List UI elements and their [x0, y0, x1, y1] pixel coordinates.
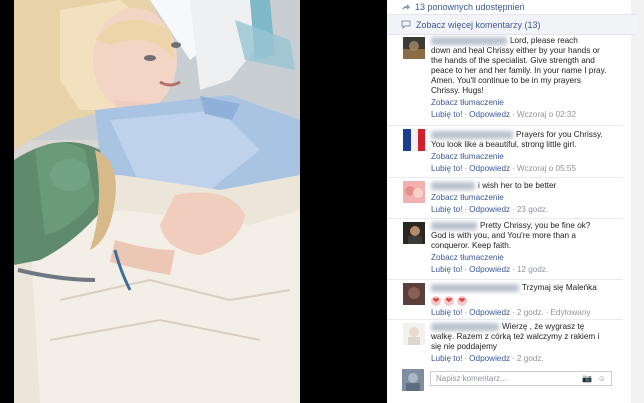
comment-text-line: Trzymaj się Maleńka [522, 283, 597, 292]
commenter-name-link[interactable] [431, 36, 507, 45]
see-translation-link[interactable]: Zobacz tłumaczenie [431, 152, 617, 162]
comment-timestamp[interactable]: 2 godz. [517, 308, 544, 317]
emoji-icon[interactable]: ☺ [598, 374, 606, 383]
heart-icon: ❤ [431, 296, 441, 306]
write-comment-row: Napisz komentarz... 📷 ☺ [387, 368, 623, 393]
edited-label[interactable]: Edytowany [550, 308, 590, 317]
see-translation-link[interactable]: Zobacz tłumaczenie [431, 193, 617, 203]
comment-item: Trzymaj się Maleńka ❤ ❤ ❤ Lubię to! · Odpo… [387, 279, 623, 320]
heart-icon: ❤ [457, 296, 467, 306]
commenter-name-link[interactable] [431, 181, 475, 190]
reply-link[interactable]: Odpowiedz [469, 354, 510, 363]
like-link[interactable]: Lubię to! [431, 164, 462, 173]
camera-icon[interactable]: 📷 [582, 374, 592, 383]
meta-separator: · [512, 265, 515, 274]
comment-timestamp[interactable]: Wczoraj o 02:32 [517, 110, 576, 119]
hospital-photo [0, 0, 387, 403]
comment-text-line: i wish her to be better [478, 181, 557, 190]
commenter-avatar[interactable] [403, 129, 425, 151]
commenter-name-link[interactable] [431, 130, 513, 139]
like-link[interactable]: Lubię to! [431, 265, 462, 274]
heart-emoji-row: ❤ ❤ ❤ [431, 296, 617, 306]
comments-panel: 13 ponownych udostępnień Zobacz więcej k… [387, 0, 644, 403]
current-user-avatar [402, 369, 424, 391]
reply-link[interactable]: Odpowiedz [469, 265, 510, 274]
comment-timestamp[interactable]: 12 godz. [517, 265, 548, 274]
comment-text-line: peace to her and her family. In your nam… [431, 66, 607, 75]
comment-text-line: Wierzę , że wygrasz tę [502, 322, 585, 331]
comment-timestamp[interactable]: 23 godz. [517, 205, 548, 214]
comment-item: Wierzę , że wygrasz tę walkę. Razem z có… [387, 319, 623, 367]
like-link[interactable]: Lubię to! [431, 308, 462, 317]
meta-separator: · [512, 205, 515, 214]
comment-text-line: Lord, please reach [510, 36, 578, 45]
comment-text-line: Amen. You'll continue to be in my prayer… [431, 76, 581, 85]
comment-text-line: You look like a beautiful, strong little… [431, 140, 577, 149]
comment-item: Pretty Chrissy, you be fine ok? God is w… [387, 218, 623, 280]
comment-text-line: the hands of the specialist. Give streng… [431, 56, 595, 65]
like-link[interactable]: Lubię to! [431, 354, 462, 363]
share-icon [402, 4, 410, 10]
comment-timestamp[interactable]: Wczoraj o 05:55 [517, 164, 576, 173]
shares-count-link[interactable]: 13 ponownych udostępnień [401, 0, 525, 14]
commenter-avatar[interactable] [403, 222, 425, 244]
comment-text-line: się nie poddajemy [431, 342, 497, 351]
comment-text-line: Chrissy. Hugs! [431, 86, 484, 95]
meta-separator: · [512, 110, 515, 119]
comment-input-placeholder: Napisz komentarz... [436, 374, 507, 383]
comment-text-line: Prayers for you Chrissy. [516, 130, 603, 139]
commenter-name-link[interactable] [431, 221, 477, 230]
panel-scrollbar-track[interactable] [631, 0, 644, 403]
commenter-name-link[interactable] [431, 283, 519, 292]
view-more-comments-label: Zobacz więcej komentarzy (13) [416, 19, 541, 30]
reply-link[interactable]: Odpowiedz [469, 164, 510, 173]
commenter-avatar[interactable] [403, 181, 425, 203]
like-link[interactable]: Lubię to! [431, 110, 462, 119]
meta-separator: · [512, 164, 515, 173]
heart-icon: ❤ [444, 296, 454, 306]
like-link[interactable]: Lubię to! [431, 205, 462, 214]
commenter-avatar[interactable] [403, 283, 425, 305]
see-translation-link[interactable]: Zobacz tłumaczenie [431, 253, 617, 263]
reply-link[interactable]: Odpowiedz [469, 308, 510, 317]
comment-input[interactable]: Napisz komentarz... 📷 ☺ [430, 371, 612, 386]
comment-text-line: walkę. Razem z córką też walczymy z raki… [431, 332, 600, 341]
reply-link[interactable]: Odpowiedz [469, 205, 510, 214]
comment-item: i wish her to be better Zobacz tłumaczen… [387, 177, 623, 219]
comment-text-line: Pretty Chrissy, you be fine ok? [480, 221, 591, 230]
comment-icon [401, 20, 411, 29]
meta-separator: · [512, 308, 515, 317]
see-translation-link[interactable]: Zobacz tłumaczenie [431, 98, 617, 108]
photo-viewer [0, 0, 387, 403]
comment-item: Lord, please reach down and heal Chrissy… [387, 33, 623, 126]
reply-link[interactable]: Odpowiedz [469, 110, 510, 119]
meta-separator: · [512, 354, 515, 363]
comment-item: Prayers for you Chrissy. You look like a… [387, 125, 623, 178]
comment-text-line: God is with you, and You're more than a [431, 231, 576, 240]
comment-text-line: conqueror. Keep faith. [431, 241, 512, 250]
comment-text-line: down and heal Chrissy either by your han… [431, 46, 600, 55]
shares-label: 13 ponownych udostępnień [415, 2, 525, 12]
view-more-comments-link[interactable]: Zobacz więcej komentarzy (13) [387, 14, 637, 35]
commenter-name-link[interactable] [431, 322, 499, 331]
commenter-avatar[interactable] [403, 323, 425, 345]
comment-timestamp[interactable]: 2 godz. [517, 354, 544, 363]
commenter-avatar[interactable] [403, 37, 425, 59]
